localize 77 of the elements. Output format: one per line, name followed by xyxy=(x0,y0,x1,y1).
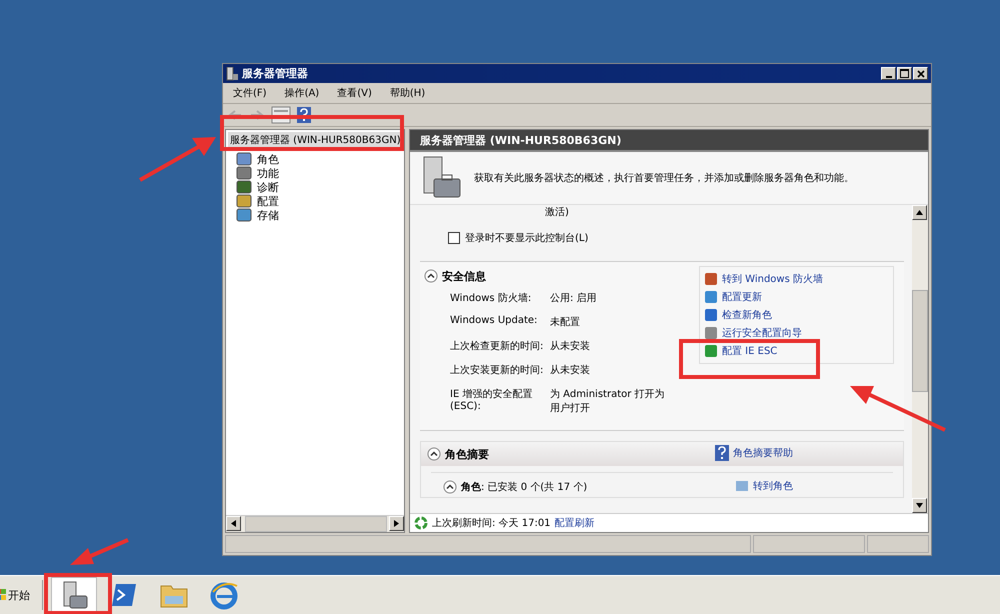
close-button[interactable] xyxy=(913,67,928,80)
menu-item[interactable]: 文件(F) xyxy=(233,86,267,100)
tree-item[interactable]: 存储 xyxy=(255,208,281,222)
refresh-icon xyxy=(414,516,428,530)
menu-item[interactable]: 查看(V) xyxy=(337,86,372,100)
minimize-icon xyxy=(886,76,892,78)
server-icon xyxy=(226,66,238,80)
left-arrow-icon xyxy=(231,520,236,527)
property-value: 公用: 启用 xyxy=(550,292,598,305)
tree-node-icon xyxy=(236,194,252,208)
tree-item[interactable]: 角色 xyxy=(255,152,281,166)
maximize-icon xyxy=(900,69,909,78)
tree-item[interactable]: 功能 xyxy=(255,166,281,180)
scroll-left-button[interactable] xyxy=(226,516,241,531)
scroll-right-button[interactable] xyxy=(389,516,404,531)
minimize-button[interactable] xyxy=(881,67,896,80)
task-link[interactable]: 配置 IE ESC xyxy=(722,344,778,358)
task-icon xyxy=(704,290,718,304)
tree-item[interactable]: 配置 xyxy=(255,194,281,208)
section-title: 角色摘要 xyxy=(445,446,489,462)
section-title: 安全信息 xyxy=(442,268,486,284)
maximize-button[interactable] xyxy=(897,67,912,80)
menu-item[interactable]: 帮助(H) xyxy=(390,86,426,100)
task-link[interactable]: 转到角色 xyxy=(753,479,793,493)
back-arrow-icon[interactable] xyxy=(227,108,243,122)
scroll-up-button[interactable] xyxy=(912,205,927,220)
task-icon xyxy=(735,479,749,493)
taskbar-button[interactable] xyxy=(51,577,97,613)
task-icon xyxy=(704,344,718,358)
description-text: 获取有关此服务器状态的概述，执行首要管理任务，并添加或删除服务器角色和功能。 xyxy=(474,172,854,185)
collapse-icon[interactable] xyxy=(427,447,441,461)
task-icon xyxy=(704,308,718,322)
property-label: 上次检查更新的时间: xyxy=(450,340,544,353)
property-value: 从未安装 xyxy=(550,340,591,353)
task-icon xyxy=(704,326,718,340)
property-label: Windows Update: xyxy=(450,315,538,328)
start-button[interactable]: 开始 xyxy=(0,578,34,612)
vertical-scrollbar[interactable] xyxy=(912,205,928,513)
property-value: 从未安装 xyxy=(550,364,591,377)
down-arrow-icon xyxy=(916,503,923,508)
tree-node-icon xyxy=(236,208,252,222)
task-icon xyxy=(704,272,718,286)
status-text: 激活) xyxy=(544,206,570,220)
checkbox-label: 登录时不要显示此控制台(L) xyxy=(465,232,588,245)
property-value: 未配置 xyxy=(550,316,581,329)
window-title: 服务器管理器 xyxy=(242,66,309,81)
tree-node-icon xyxy=(236,166,252,180)
collapse-icon[interactable] xyxy=(443,480,457,494)
up-arrow-icon xyxy=(916,210,923,215)
task-link[interactable]: 转到 Windows 防火墙 xyxy=(722,272,823,286)
property-label: 上次安装更新的时间: xyxy=(450,364,544,377)
task-link[interactable]: 检查新角色 xyxy=(722,308,772,322)
browser-icon xyxy=(209,580,239,610)
tree-item[interactable]: 诊断 xyxy=(255,180,281,194)
property-value: 为 Administrator 打开为用户打开 xyxy=(550,388,666,415)
help-link[interactable]: 角色摘要帮助 xyxy=(733,446,793,460)
close-icon xyxy=(916,70,924,78)
right-arrow-icon xyxy=(394,520,399,527)
annotation-arrow xyxy=(70,538,129,565)
tree-node-icon xyxy=(236,180,252,194)
checkbox[interactable] xyxy=(448,232,460,244)
tree-node-icon xyxy=(236,152,252,166)
menu-item[interactable]: 操作(A) xyxy=(284,86,320,100)
pane-title: 服务器管理器 (WIN-HUR580B63GN) xyxy=(420,132,622,148)
forward-arrow-icon[interactable] xyxy=(249,108,265,122)
refresh-link[interactable]: 配置刷新 xyxy=(554,516,595,530)
property-label: IE 增强的安全配置(ESC): xyxy=(450,388,534,414)
horizontal-scrollbar[interactable] xyxy=(226,515,404,532)
task-link[interactable]: 配置更新 xyxy=(722,290,762,304)
task-link[interactable]: 运行安全配置向导 xyxy=(722,326,802,340)
subsection-title: 角色: 已安装 0 个(共 17 个) xyxy=(461,480,588,494)
highlight-frame xyxy=(44,573,112,614)
scroll-down-button[interactable] xyxy=(912,498,927,513)
collapse-icon[interactable] xyxy=(424,269,438,283)
property-label: Windows 防火墙: xyxy=(450,292,532,305)
help-icon xyxy=(715,445,729,461)
refresh-status-text: 上次刷新时间: 今天 17:01 xyxy=(432,516,551,530)
